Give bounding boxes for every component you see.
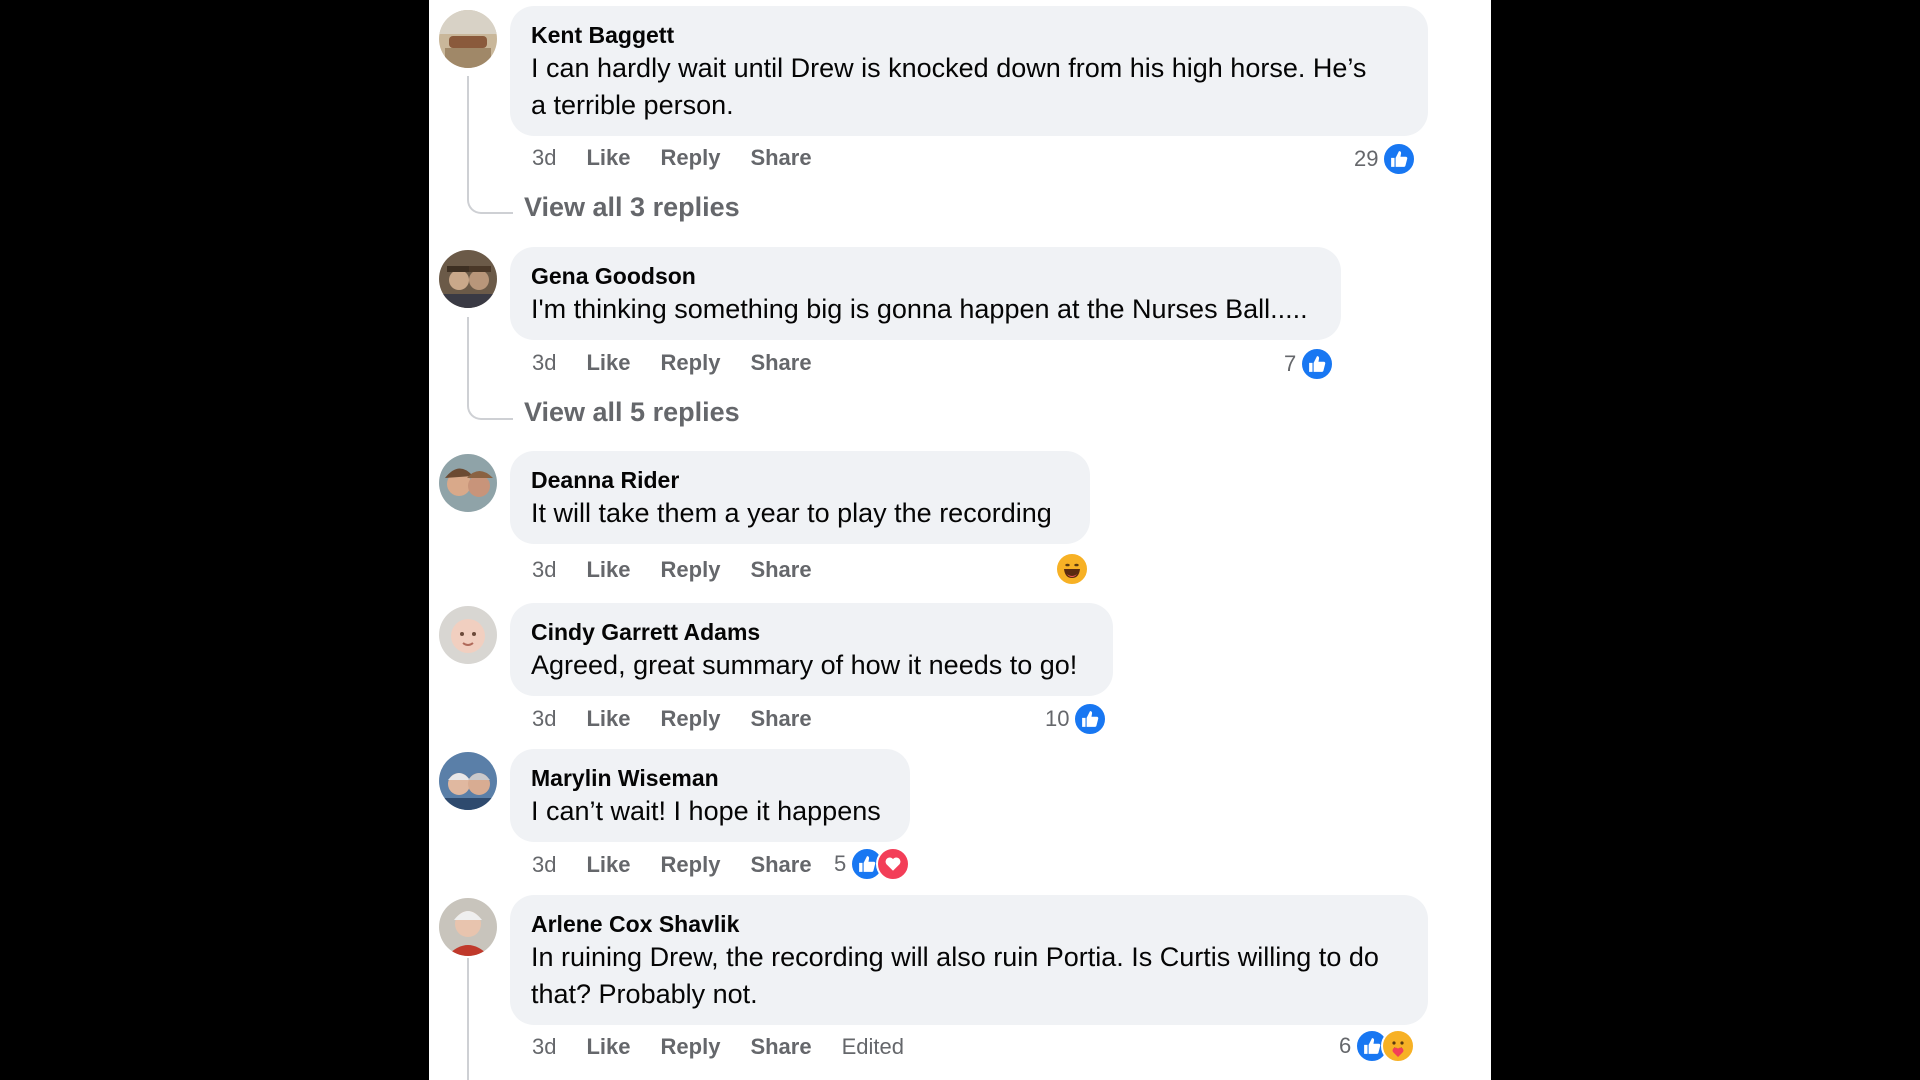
comment-bubble: Marylin Wiseman I can’t wait! I hope it … [510, 749, 910, 842]
view-replies-link[interactable]: View all 5 replies [524, 397, 740, 428]
author-name[interactable]: Marylin Wiseman [531, 763, 888, 793]
comment-text-line: a terrible person. [531, 90, 734, 120]
comment-bubble: Deanna Rider It will take them a year to… [510, 451, 1090, 544]
reaction-count: 5 [834, 851, 847, 876]
reply-button[interactable]: Reply [661, 145, 721, 171]
thread-connector [467, 390, 513, 420]
reaction-count: 7 [1284, 351, 1297, 376]
like-icon [1382, 142, 1417, 176]
comment-actions: 3d Like Reply Share [532, 350, 842, 376]
timestamp[interactable]: 3d [532, 852, 556, 878]
comment-actions: 3d Like Reply Share Edited [532, 1034, 934, 1060]
like-button[interactable]: Like [586, 1034, 630, 1060]
comment-actions: 3d Like Reply Share [532, 706, 842, 732]
reply-button[interactable]: Reply [661, 557, 721, 583]
comment-bubble: Gena Goodson I'm thinking something big … [510, 247, 1341, 340]
share-button[interactable]: Share [750, 145, 811, 171]
like-button[interactable]: Like [586, 145, 630, 171]
view-replies-link[interactable]: View all 3 replies [524, 192, 740, 223]
avatar[interactable] [439, 898, 497, 956]
reaction-summary[interactable]: 10 [1045, 702, 1108, 736]
reaction-count: 10 [1045, 706, 1070, 731]
author-name[interactable]: Arlene Cox Shavlik [531, 909, 1406, 939]
like-button[interactable]: Like [586, 706, 630, 732]
comment-actions: 3d Like Reply Share [532, 852, 842, 878]
timestamp[interactable]: 3d [532, 706, 556, 732]
avatar[interactable] [439, 752, 497, 810]
share-button[interactable]: Share [750, 1034, 811, 1060]
reaction-count: 29 [1354, 146, 1379, 171]
care-icon [1381, 1029, 1416, 1063]
thread-line [467, 317, 469, 397]
reply-button[interactable]: Reply [661, 706, 721, 732]
like-button[interactable]: Like [586, 852, 630, 878]
author-name[interactable]: Kent Baggett [531, 20, 1406, 50]
comment-bubble: Kent Baggett I can hardly wait until Dre… [510, 6, 1428, 136]
share-button[interactable]: Share [750, 706, 811, 732]
avatar[interactable] [439, 250, 497, 308]
reaction-summary[interactable] [1051, 552, 1089, 586]
timestamp[interactable]: 3d [532, 557, 556, 583]
reply-button[interactable]: Reply [661, 852, 721, 878]
timestamp[interactable]: 3d [532, 350, 556, 376]
comments-panel: Kent Baggett I can hardly wait until Dre… [429, 0, 1491, 1080]
comment-text-line: It will take them a year to play the rec… [531, 498, 1052, 528]
reaction-summary[interactable]: 5 [834, 847, 911, 881]
reaction-summary[interactable]: 29 [1354, 142, 1417, 176]
comment-bubble: Cindy Garrett Adams Agreed, great summar… [510, 603, 1113, 696]
comment-text-line: I can’t wait! I hope it happens [531, 796, 881, 826]
comment-text-line: I can hardly wait until Drew is knocked … [531, 53, 1367, 83]
comment-text-line: I'm thinking something big is gonna happ… [531, 294, 1308, 324]
like-button[interactable]: Like [586, 350, 630, 376]
haha-icon [1055, 552, 1089, 586]
comment-bubble: Arlene Cox Shavlik In ruining Drew, the … [510, 895, 1428, 1025]
author-name[interactable]: Gena Goodson [531, 261, 1319, 291]
comment-actions: 3d Like Reply Share [532, 145, 842, 171]
reply-button[interactable]: Reply [661, 350, 721, 376]
avatar[interactable] [439, 10, 497, 68]
share-button[interactable]: Share [750, 557, 811, 583]
avatar[interactable] [439, 606, 497, 664]
comment-text-line: Agreed, great summary of how it needs to… [531, 650, 1078, 680]
comment-text-line: In ruining Drew, the recording will also… [531, 942, 1379, 972]
comment-actions: 3d Like Reply Share [532, 557, 842, 583]
reply-button[interactable]: Reply [661, 1034, 721, 1060]
avatar[interactable] [439, 454, 497, 512]
share-button[interactable]: Share [750, 852, 811, 878]
comment-text-line: that? Probably not. [531, 979, 758, 1009]
like-button[interactable]: Like [586, 557, 630, 583]
thread-line [467, 76, 469, 186]
timestamp[interactable]: 3d [532, 1034, 556, 1060]
reaction-summary[interactable]: 7 [1284, 347, 1335, 381]
like-icon [1300, 347, 1335, 381]
timestamp[interactable]: 3d [532, 145, 556, 171]
thread-connector [467, 180, 513, 214]
like-icon [1073, 702, 1108, 736]
reaction-summary[interactable]: 6 [1339, 1029, 1416, 1063]
reaction-count: 6 [1339, 1033, 1352, 1058]
author-name[interactable]: Deanna Rider [531, 465, 1068, 495]
edited-label: Edited [841, 1034, 904, 1059]
love-icon [876, 847, 911, 881]
share-button[interactable]: Share [750, 350, 811, 376]
thread-line [467, 958, 469, 1080]
author-name[interactable]: Cindy Garrett Adams [531, 617, 1091, 647]
